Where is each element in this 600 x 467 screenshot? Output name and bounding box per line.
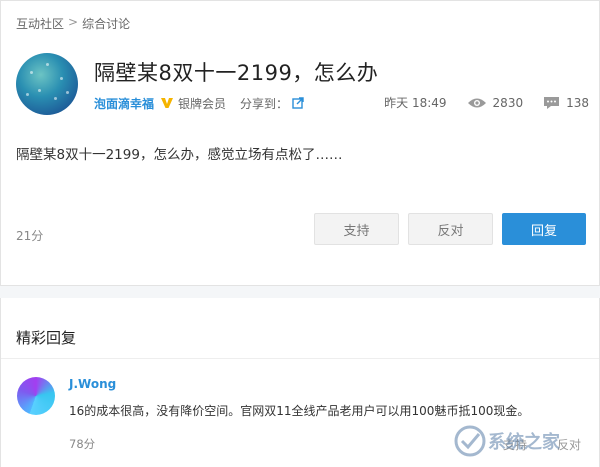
post-time: 昨天 18:49 xyxy=(384,96,447,110)
reply-score: 78分 xyxy=(69,437,96,451)
reply-author[interactable]: J.Wong xyxy=(69,377,116,391)
author-name[interactable]: 泡面滴幸福 xyxy=(94,95,154,112)
breadcrumb-item-community[interactable]: 互动社区 xyxy=(16,15,64,32)
share-label[interactable]: 分享到： xyxy=(240,95,288,112)
breadcrumb: 互动社区 > 综合讨论 xyxy=(16,15,130,32)
reply-text: 16的成本很高，没有降价空间。官网双11全线产品老用户可以用100魅币抵100现… xyxy=(69,404,530,418)
site-watermark-logo: 系统之家 xyxy=(454,425,561,457)
comments-count: 138 xyxy=(566,95,589,110)
member-level: 银牌会员 xyxy=(178,96,227,111)
reply-button[interactable]: 回复 xyxy=(502,213,586,245)
svg-text:系统之家: 系统之家 xyxy=(488,431,561,453)
support-button[interactable]: 支持 xyxy=(314,213,399,245)
post-stats: 昨天 18:49 2830 138 xyxy=(364,94,589,111)
post-title: 隔壁某8双十一2199，怎么办 xyxy=(94,61,379,85)
breadcrumb-separator: > xyxy=(68,15,79,29)
eye-icon xyxy=(467,98,486,107)
verified-v-icon xyxy=(161,98,174,108)
reply-avatar[interactable] xyxy=(17,377,55,415)
comment-icon xyxy=(544,96,560,109)
views-stat: 2830 xyxy=(467,95,524,110)
post-meta: 泡面滴幸福 银牌会员 分享到： 昨天 18:49 2830 138 xyxy=(94,94,589,112)
oppose-button[interactable]: 反对 xyxy=(408,213,493,245)
comments-stat: 138 xyxy=(543,96,589,110)
replies-divider xyxy=(1,358,599,359)
post-content: 隔壁某8双十一2199，怎么办，感觉立场有点松了…… xyxy=(16,147,343,163)
section-divider xyxy=(0,286,600,298)
author-avatar[interactable] xyxy=(16,53,78,115)
views-count: 2830 xyxy=(492,95,524,110)
post-score: 21分 xyxy=(16,229,44,243)
post-card: 互动社区 > 综合讨论 隔壁某8双十一2199，怎么办 泡面滴幸福 银牌会员 分… xyxy=(0,0,600,286)
replies-title: 精彩回复 xyxy=(16,329,77,347)
breadcrumb-item-general[interactable]: 综合讨论 xyxy=(82,15,130,32)
share-icon[interactable] xyxy=(292,97,304,109)
